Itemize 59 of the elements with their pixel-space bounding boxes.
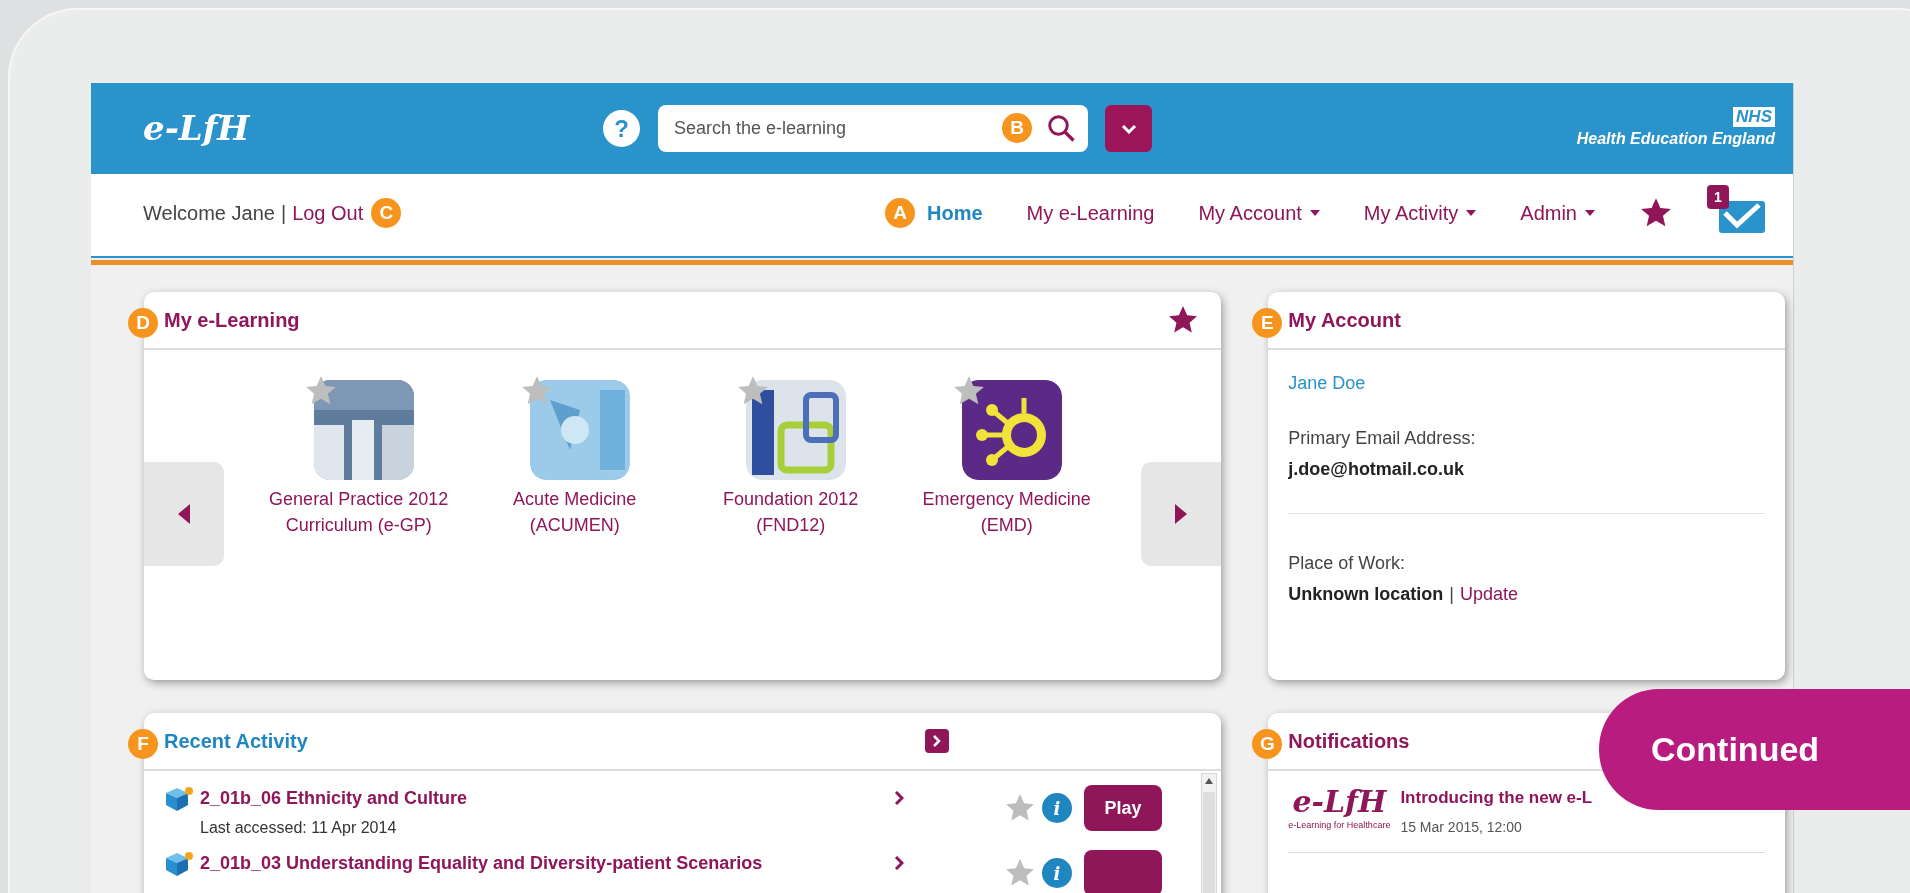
caret-left-icon [178,504,190,524]
nav-link[interactable]: My Activity [1363,198,1477,228]
search-icon[interactable] [1046,113,1076,143]
panel-title: Recent Activity [164,729,308,754]
message-count-badge: 1 [1707,185,1729,209]
last-accessed-text: Last accessed: 11 Apr 2014 [200,818,398,838]
welcome-text: Welcome Jane [143,201,275,226]
callout-marker: G [1252,729,1283,759]
org-badge: NHS [1733,106,1775,127]
expand-button[interactable] [925,729,950,753]
info-icon[interactable]: i [1042,793,1072,823]
scroll-up-icon[interactable] [1205,778,1214,784]
activity-title[interactable]: 2_01b_03 Understanding Equality and Diversity-patient Scenarios [200,850,763,877]
continued-banner: Continued [1599,689,1910,810]
course-link[interactable]: General Practice 2012 Curriculum (e-GP) [269,486,449,538]
notification-title[interactable]: Introducing the new e-L [1400,785,1593,811]
callout-marker: E [1252,308,1283,338]
email-label: Primary Email Address: [1288,427,1477,450]
org-name: Health Education England [1576,128,1775,149]
cube-icon [164,850,194,877]
panel-title: My e-Learning [164,308,300,333]
callout-marker: D [128,308,158,338]
email-value: j.doe@hotmail.co.uk [1288,458,1465,481]
callout-marker: A [885,198,916,228]
chevron-right-icon[interactable] [894,791,904,805]
work-label: Place of Work: [1288,552,1407,575]
callout-marker: F [128,729,158,759]
info-icon[interactable]: i [1042,858,1072,888]
course-link[interactable]: Foundation 2012 (FND12) [723,486,859,538]
logo-caption: e-Learning for Healthcare [1288,819,1391,832]
notification-date: 15 Mar 2015, 12:00 [1400,817,1523,837]
nav-link[interactable]: Admin [1520,198,1595,228]
nav-link[interactable]: Home [927,198,983,228]
chevron-down-icon [1120,123,1137,134]
logout-link[interactable]: Log Out [292,198,364,228]
separator: | [280,201,287,226]
work-value: Unknown location [1288,583,1444,606]
caret-icon [1309,210,1320,216]
panel-title: My Account [1288,308,1401,333]
course-link[interactable]: Acute Medicine (ACUMEN) [513,486,637,538]
course-link[interactable]: Emergency Medicine (EMD) [922,486,1091,538]
play-button[interactable]: Play [1084,785,1162,831]
cube-icon [164,785,194,812]
caret-icon [1466,210,1477,216]
mail-icon[interactable] [1719,201,1765,233]
caret-icon [1585,210,1595,216]
chevron-right-icon [933,735,942,747]
update-link[interactable]: Update [1460,581,1519,608]
account-name-link[interactable]: Jane Doe [1288,370,1765,397]
search-options-button[interactable] [1105,105,1152,152]
panel-title: Notifications [1288,729,1410,754]
notification-logo: e-LfH [1292,785,1387,819]
chevron-right-icon[interactable] [894,856,904,870]
caret-right-icon [1175,504,1188,524]
nav-link[interactable]: My e-Learning [1026,198,1155,228]
activity-title[interactable]: 2_01b_06 Ethnicity and Culture [200,785,468,812]
separator: | [1449,583,1454,606]
nav-link[interactable]: My Account [1198,198,1320,228]
callout-marker: C [371,198,402,228]
